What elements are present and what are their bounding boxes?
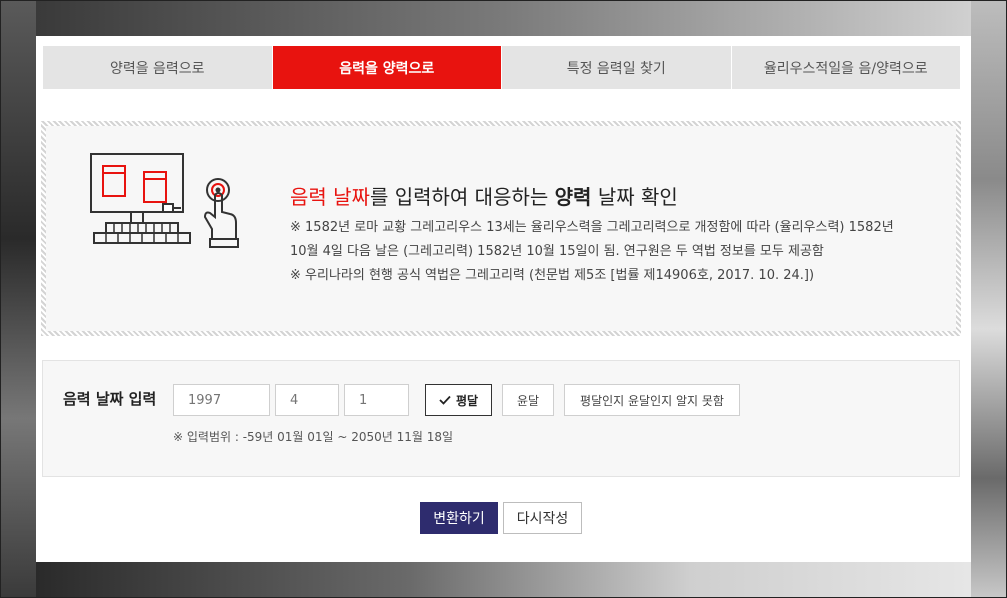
leap-month-label: 윤달 [516, 393, 540, 408]
info-title: 음력 날짜를 입력하여 대응하는 양력 날짜 확인 [290, 181, 678, 210]
tab-lunar-to-solar[interactable]: 음력을 양력으로 [272, 46, 502, 89]
unknown-month-button[interactable]: 평달인지 윤달인지 알지 못함 [564, 384, 740, 416]
unknown-month-label: 평달인지 윤달인지 알지 못함 [580, 393, 724, 408]
info-box: 음력 날짜를 입력하여 대응하는 양력 날짜 확인 ※ 1582년 로마 교황 … [41, 121, 961, 336]
check-icon [439, 395, 451, 405]
day-input[interactable] [344, 384, 409, 416]
info-note-line3: ※ 우리나라의 현행 공식 역법은 그레고리력 (천문법 제5조 [법률 제14… [290, 268, 815, 283]
info-title-end: 날짜 확인 [591, 185, 678, 209]
normal-month-button[interactable]: 평달 [425, 384, 492, 416]
date-input-section: 음력 날짜 입력 평달 윤달 평달인지 윤달인지 알지 못함 ※ 입력범위 : … [42, 360, 960, 477]
info-note-line1: ※ 1582년 로마 교황 그레고리우스 13세는 율리우스력을 그레고리력으로… [290, 220, 894, 235]
normal-month-label: 평달 [455, 393, 479, 408]
leap-month-button[interactable]: 윤달 [502, 384, 554, 416]
computer-touch-icon [90, 153, 239, 248]
date-input-label: 음력 날짜 입력 [63, 390, 157, 408]
info-note-line2: 10월 4일 다음 날은 (그레고리력) 1582년 10월 15일이 됨. 연… [290, 244, 824, 259]
month-input[interactable] [275, 384, 339, 416]
year-input[interactable] [173, 384, 270, 416]
info-title-middle: 를 입력하여 대응하는 [369, 185, 555, 209]
tab-find-lunar-day[interactable]: 특정 음력일 찾기 [502, 46, 732, 89]
input-range-note: ※ 입력범위 : -59년 01월 01일 ~ 2050년 11월 18일 [173, 430, 454, 444]
convert-button[interactable]: 변환하기 [420, 502, 498, 534]
info-title-highlight: 음력 날짜 [290, 185, 370, 209]
tab-julian-day[interactable]: 율리우스적일을 음/양력으로 [731, 46, 960, 89]
tab-solar-to-lunar[interactable]: 양력을 음력으로 [43, 46, 273, 89]
converter-panel: 양력을 음력으로 음력을 양력으로 특정 음력일 찾기 율리우스적일을 음/양력… [36, 36, 971, 562]
info-title-bold: 양력 [554, 185, 592, 209]
reset-button[interactable]: 다시작성 [503, 502, 582, 534]
tab-bar: 양력을 음력으로 음력을 양력으로 특정 음력일 찾기 율리우스적일을 음/양력… [43, 46, 960, 89]
